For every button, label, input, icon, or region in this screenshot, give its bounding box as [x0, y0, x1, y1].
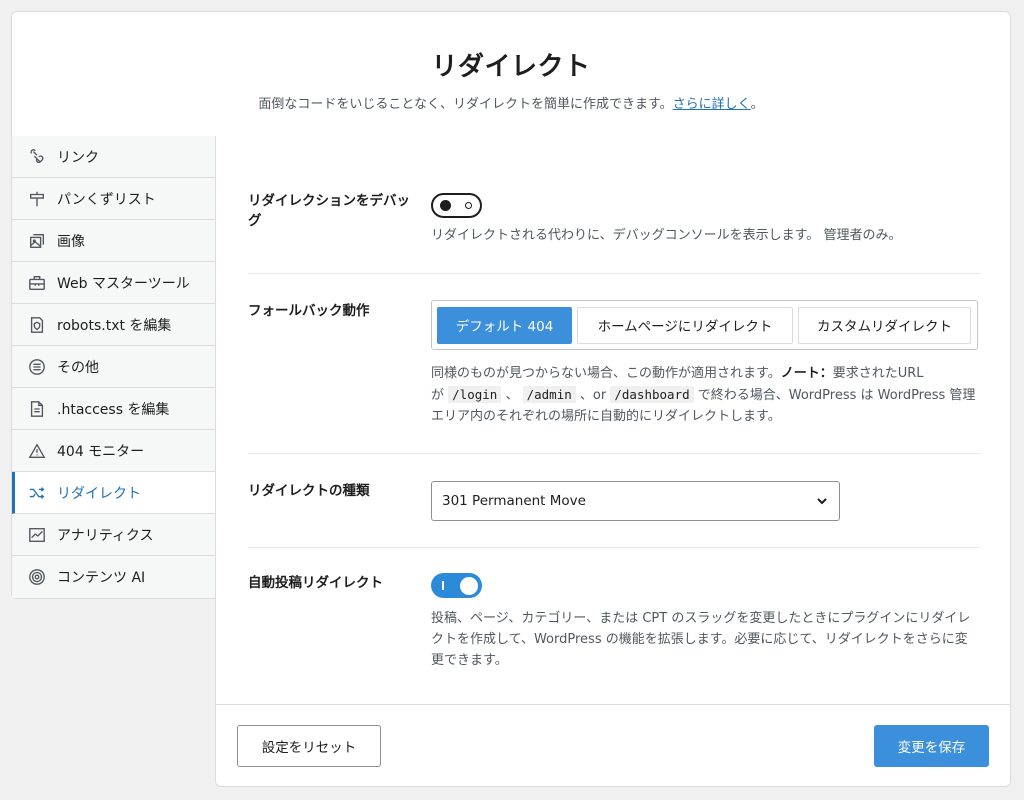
- sidebar-item-misc[interactable]: その他: [12, 346, 215, 388]
- toolbox-icon: [27, 273, 47, 293]
- subtitle-period: 。: [750, 97, 764, 112]
- list-circle-icon: [27, 357, 47, 377]
- sidebar-item-redirects[interactable]: リダイレクト: [12, 472, 216, 514]
- fallback-label: フォールバック動作: [248, 303, 370, 319]
- chevron-down-icon: [817, 498, 827, 505]
- chart-icon: [27, 525, 47, 545]
- link-icon: [27, 147, 47, 167]
- sidebar-item-webmaster-tools[interactable]: Web マスターツール: [12, 262, 215, 304]
- settings-sidebar: リンク パンくずリスト 画像 Web マスターツール robots.txt を編…: [11, 136, 216, 599]
- page-subtitle: 面倒なコードをいじることなく、リダイレクトを簡単に作成できます。さらに詳しく。: [12, 93, 1010, 112]
- signpost-icon: [27, 189, 47, 209]
- debug-description: リダイレクトされる代わりに、デバッグコンソールを表示します。 管理者のみ。: [431, 228, 902, 243]
- settings-footer: 設定をリセット 変更を保存: [215, 704, 1011, 787]
- fallback-segmented-control: デフォルト 404 ホームページにリダイレクト カスタムリダイレクト: [431, 300, 978, 350]
- sidebar-item-breadcrumbs[interactable]: パンくずリスト: [12, 178, 215, 220]
- redirect-type-row: リダイレクトの種類 301 Permanent Move: [248, 454, 980, 548]
- debug-toggle[interactable]: [431, 193, 482, 218]
- auto-post-label: 自動投稿リダイレクト: [248, 575, 383, 591]
- auto-post-toggle[interactable]: [431, 573, 482, 598]
- warning-icon: [27, 441, 47, 461]
- sidebar-item-label: Web マスターツール: [57, 275, 190, 292]
- fallback-option-custom[interactable]: カスタムリダイレクト: [798, 306, 971, 344]
- redirect-type-label: リダイレクトの種類: [248, 483, 370, 499]
- sidebar-item-htaccess[interactable]: .htaccess を編集: [12, 388, 215, 430]
- save-changes-button[interactable]: 変更を保存: [874, 725, 989, 767]
- reset-settings-button[interactable]: 設定をリセット: [237, 725, 381, 767]
- sidebar-item-images[interactable]: 画像: [12, 220, 215, 262]
- sidebar-item-label: リンク: [57, 149, 99, 166]
- shuffle-icon: [27, 483, 47, 503]
- sidebar-item-label: robots.txt を編集: [57, 317, 172, 334]
- fallback-option-homepage[interactable]: ホームページにリダイレクト: [577, 306, 793, 344]
- fallback-row: フォールバック動作 デフォルト 404 ホームページにリダイレクト カスタムリダ…: [248, 274, 980, 454]
- page-header: リダイレクト 面倒なコードをいじることなく、リダイレクトを簡単に作成できます。さ…: [11, 11, 1011, 137]
- subtitle-text: 面倒なコードをいじることなく、リダイレクトを簡単に作成できます。: [258, 97, 673, 112]
- debug-row: リダイレクションをデバッグ リダイレクトされる代わりに、デバッグコンソールを表示…: [248, 136, 980, 274]
- file-icon: [27, 399, 47, 419]
- sidebar-item-label: アナリティクス: [57, 527, 154, 544]
- shield-file-icon: [27, 315, 47, 335]
- page-title: リダイレクト: [431, 52, 591, 82]
- redirect-type-value: 301 Permanent Move: [442, 493, 586, 509]
- sidebar-item-label: 画像: [57, 233, 85, 250]
- sidebar-item-links[interactable]: リンク: [12, 136, 215, 178]
- sidebar-item-label: 404 モニター: [57, 443, 145, 460]
- settings-panel: リダイレクションをデバッグ リダイレクトされる代わりに、デバッグコンソールを表示…: [215, 136, 1011, 704]
- sidebar-item-404-monitor[interactable]: 404 モニター: [12, 430, 215, 472]
- sidebar-item-label: コンテンツ AI: [57, 570, 146, 586]
- sidebar-item-robots-txt[interactable]: robots.txt を編集: [12, 304, 215, 346]
- redirect-type-select[interactable]: 301 Permanent Move: [431, 481, 840, 521]
- sidebar-item-label: .htaccess を編集: [57, 401, 170, 418]
- fallback-option-default-404[interactable]: デフォルト 404: [437, 306, 572, 344]
- auto-post-description: 投稿、ページ、カテゴリー、または CPT のスラッグを変更したときにプラグインに…: [431, 611, 971, 668]
- sidebar-item-analytics[interactable]: アナリティクス: [12, 514, 215, 556]
- debug-label: リダイレクションをデバッグ: [248, 193, 410, 229]
- sidebar-item-content-ai[interactable]: コンテンツ AI: [12, 556, 215, 598]
- sidebar-item-label: その他: [57, 359, 99, 376]
- sidebar-item-label: パンくずリスト: [57, 191, 156, 208]
- learn-more-link[interactable]: さらに詳しく: [673, 97, 751, 112]
- sidebar-item-label: リダイレクト: [57, 485, 141, 502]
- image-icon: [27, 231, 47, 251]
- auto-post-row: 自動投稿リダイレクト 投稿、ページ、カテゴリー、または CPT のスラッグを変更…: [248, 548, 980, 704]
- ai-icon: [27, 567, 47, 587]
- fallback-description: 同様のものが見つからない場合、この動作が適用されます。ノート：要求されたURL …: [431, 366, 976, 424]
